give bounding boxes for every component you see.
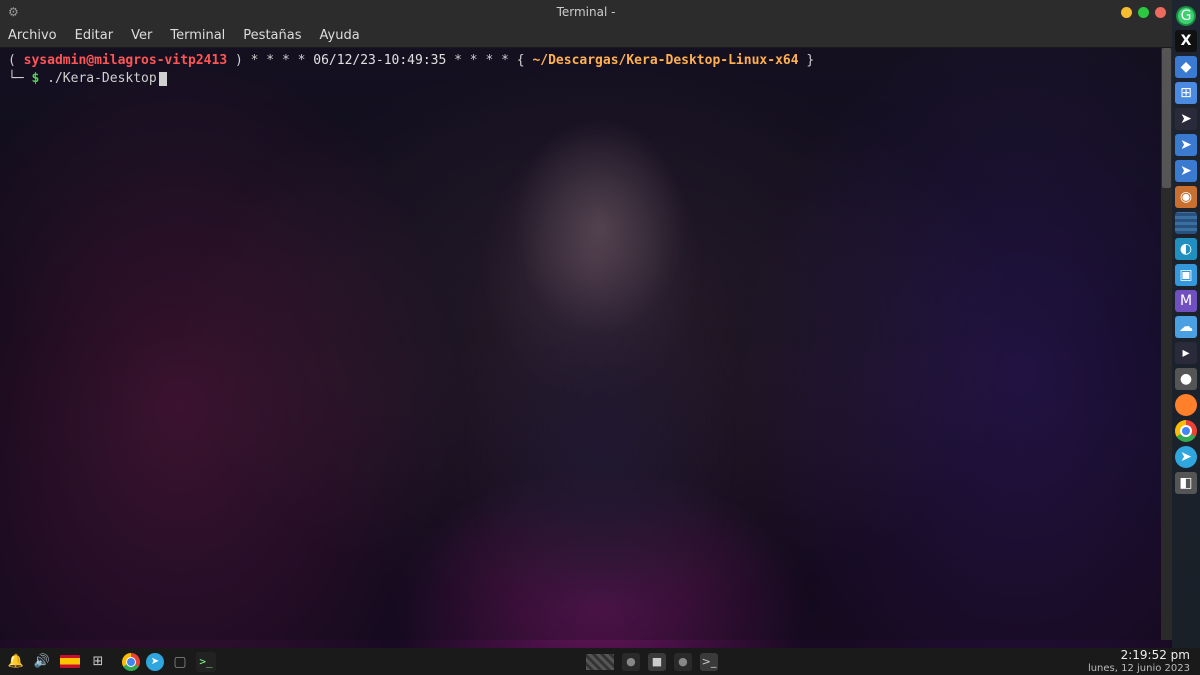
- taskbar-center: ● ■ ● >_: [216, 653, 1088, 671]
- task-telegram[interactable]: ➤: [146, 653, 164, 671]
- notifications-icon[interactable]: 🔔: [8, 654, 24, 670]
- display-settings-icon[interactable]: ⊞: [1175, 82, 1197, 104]
- ps1-corner: └─: [8, 71, 24, 86]
- taskbar-left: 🔔 🔊 ⊞ ➤ ▢ >_: [0, 652, 216, 672]
- menu-terminal[interactable]: Terminal: [170, 28, 225, 43]
- grammarly-icon[interactable]: G: [1176, 6, 1196, 26]
- telegram-icon[interactable]: ➤: [1175, 446, 1197, 468]
- x11-icon[interactable]: X: [1175, 30, 1197, 52]
- window-controls: [1121, 7, 1166, 18]
- ps1-user-host: sysadmin@milagros-vitp2413: [24, 53, 228, 68]
- minimize-button[interactable]: [1121, 7, 1132, 18]
- ps1-brace-open: {: [517, 53, 533, 68]
- window-menu-icon[interactable]: ⚙: [8, 5, 19, 19]
- keyboard-layout-es-icon[interactable]: [60, 655, 80, 668]
- taskbar-separator: [586, 654, 614, 670]
- terminal-window: ⚙ Terminal - Archivo Editar Ver Terminal…: [0, 0, 1172, 640]
- ps1-stars-right: * * * *: [446, 53, 516, 68]
- task-list: ➤ ▢ >_: [122, 652, 216, 672]
- app-icon-2[interactable]: [1175, 212, 1197, 234]
- clock-time: 2:19:52 pm: [1088, 649, 1190, 662]
- menu-ver[interactable]: Ver: [131, 28, 152, 43]
- menu-editar[interactable]: Editar: [75, 28, 114, 43]
- workspace-switcher-icon[interactable]: ⊞: [90, 654, 106, 670]
- maximize-button[interactable]: [1138, 7, 1149, 18]
- workspace-3[interactable]: ●: [674, 653, 692, 671]
- scrollbar-thumb[interactable]: [1162, 48, 1171, 188]
- titlebar[interactable]: ⚙ Terminal -: [0, 0, 1172, 24]
- ps1-dollar: $: [24, 71, 47, 86]
- clock-date: lunes, 12 junio 2023: [1088, 663, 1190, 674]
- task-chrome[interactable]: [122, 653, 140, 671]
- dolphin-icon[interactable]: ▣: [1175, 264, 1197, 286]
- menu-archivo[interactable]: Archivo: [8, 28, 57, 43]
- taskbar-clock[interactable]: 2:19:52 pm lunes, 12 junio 2023: [1088, 649, 1200, 673]
- command-text: ./Kera-Desktop: [47, 71, 157, 86]
- ps1-brace-close: }: [799, 53, 815, 68]
- firefox-icon[interactable]: [1175, 394, 1197, 416]
- ps1-stars-left: * * * *: [243, 53, 313, 68]
- window-title: Terminal -: [557, 5, 616, 19]
- terminal-scrollbar[interactable]: [1161, 48, 1172, 640]
- app-icon-1[interactable]: ◉: [1175, 186, 1197, 208]
- ps1-datetime: 06/12/23-10:49:35: [313, 53, 446, 68]
- task-window[interactable]: ▢: [170, 652, 190, 672]
- ps1-cwd: ~/Descargas/Kera-Desktop-Linux-x64: [532, 53, 798, 68]
- ps1-close: ): [227, 53, 243, 68]
- app-icon-4[interactable]: M: [1175, 290, 1197, 312]
- app-icon-3[interactable]: ◐: [1175, 238, 1197, 260]
- menubar: Archivo Editar Ver Terminal Pestañas Ayu…: [0, 24, 1172, 48]
- workspace-1[interactable]: ●: [622, 653, 640, 671]
- volume-icon[interactable]: 🔊: [34, 654, 50, 670]
- app-icon-6[interactable]: ●: [1175, 368, 1197, 390]
- cursor-theme-icon[interactable]: ➤: [1175, 108, 1197, 130]
- app-icon-7[interactable]: ◧: [1175, 472, 1197, 494]
- chrome-icon[interactable]: [1175, 420, 1197, 442]
- menu-ayuda[interactable]: Ayuda: [320, 28, 360, 43]
- cursor-alt-icon[interactable]: ➤: [1175, 160, 1197, 182]
- workspace-4[interactable]: >_: [700, 653, 718, 671]
- app-icon-5[interactable]: ▸: [1175, 342, 1197, 364]
- workspace-2[interactable]: ■: [648, 653, 666, 671]
- cloud-icon[interactable]: ☁: [1175, 316, 1197, 338]
- ps1-open: (: [8, 53, 24, 68]
- task-terminal[interactable]: >_: [196, 652, 216, 672]
- kde-icon[interactable]: ◆: [1175, 56, 1197, 78]
- close-button[interactable]: [1155, 7, 1166, 18]
- terminal-body[interactable]: ( sysadmin@milagros-vitp2413 ) * * * * 0…: [0, 48, 1172, 640]
- menu-pestanas[interactable]: Pestañas: [243, 28, 301, 43]
- taskbar: 🔔 🔊 ⊞ ➤ ▢ >_ ● ■ ● >_ 2:19:52 pm lunes, 12 ju…: [0, 648, 1200, 675]
- cursor-icon[interactable]: ➤: [1175, 134, 1197, 156]
- side-panel-dock: GX ◆ ⊞ ➤ ➤ ➤ ◉ ◐ ▣ M ☁ ▸ ● ➤ ◧: [1172, 0, 1200, 648]
- terminal-cursor: [159, 72, 167, 86]
